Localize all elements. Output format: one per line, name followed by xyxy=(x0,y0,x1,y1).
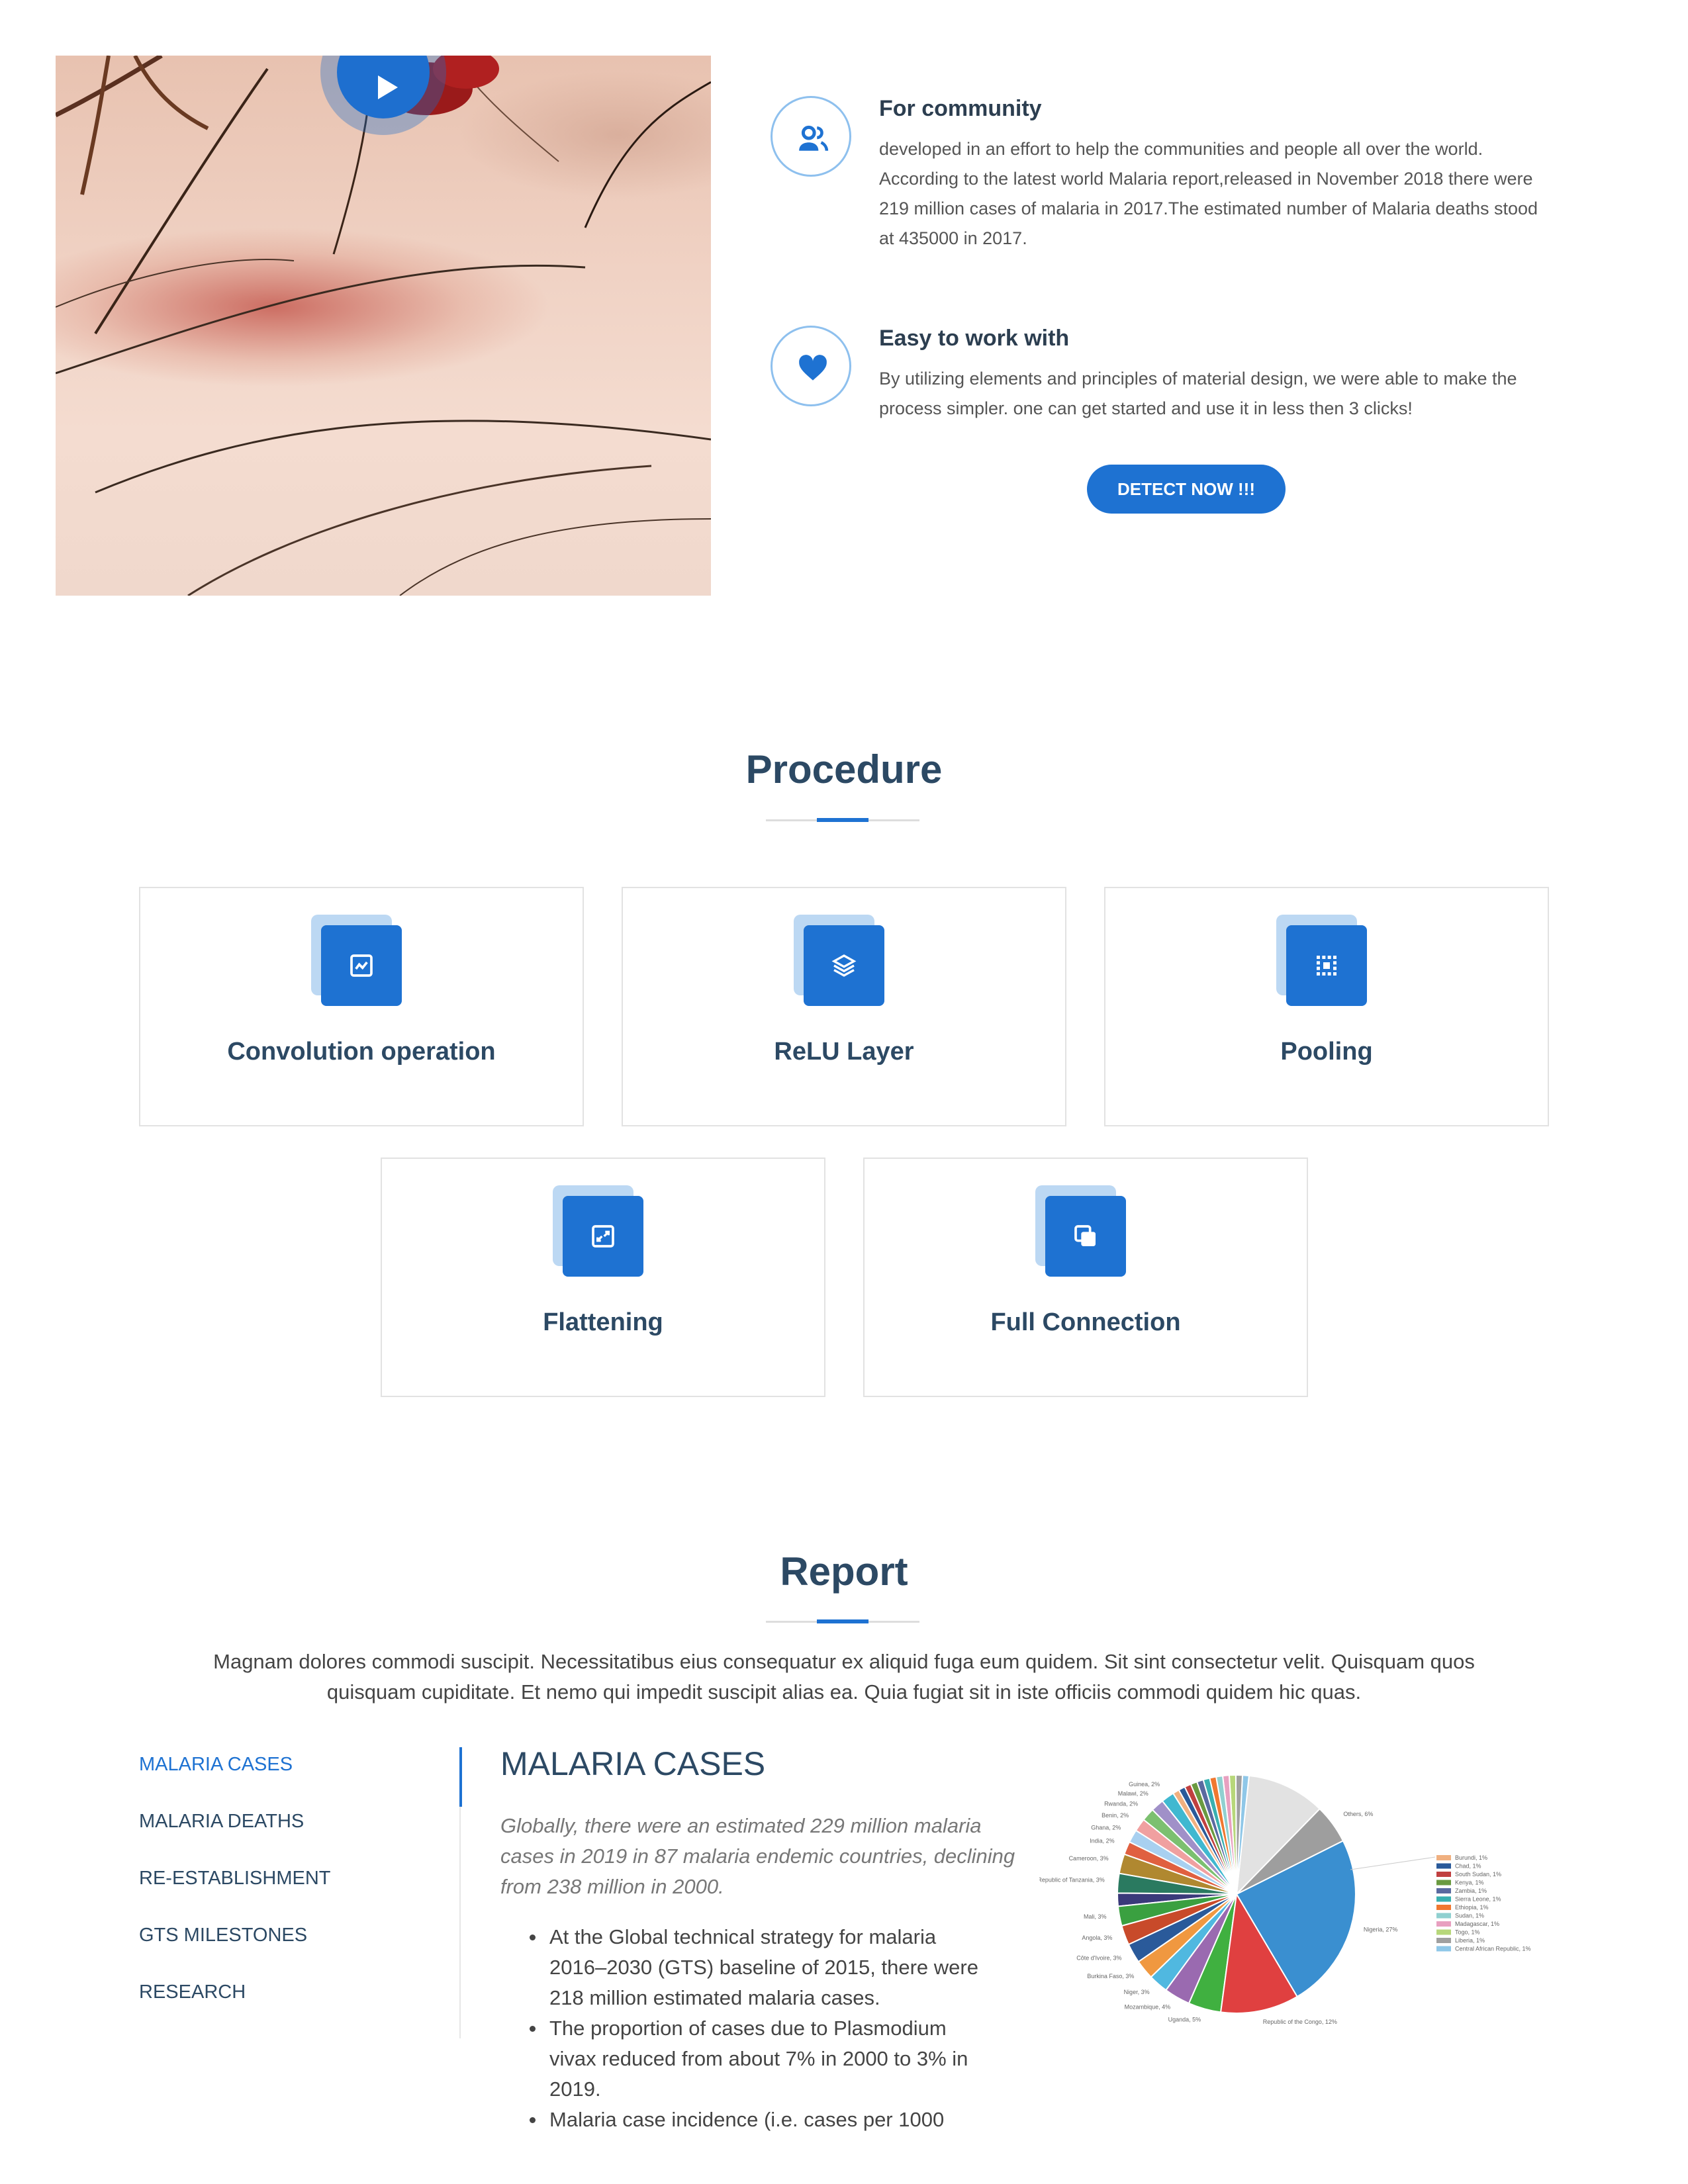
users-icon xyxy=(771,96,851,177)
step-card-pooling: Pooling xyxy=(1104,887,1549,1126)
feature-line: process simpler. one can get started and… xyxy=(879,398,1413,418)
pie-slice-label: Benin, 2% xyxy=(1102,1812,1129,1819)
legend-swatch xyxy=(1436,1921,1451,1927)
report-title-underline xyxy=(766,1619,919,1623)
detect-now-button[interactable]: DETECT NOW !!! xyxy=(1087,465,1286,514)
pie-slice-label: Republic of the Congo, 12% xyxy=(1263,2019,1337,2025)
step-label: Pooling xyxy=(1280,1038,1373,1066)
legend-label: Burundi, 1% xyxy=(1455,1854,1487,1861)
legend-label: Kenya, 1% xyxy=(1455,1880,1484,1886)
step-label: ReLU Layer xyxy=(774,1038,914,1066)
legend-label: South Sudan, 1% xyxy=(1455,1871,1501,1878)
tab-content-lead: Globally, there were an estimated 229 mi… xyxy=(500,1811,1017,1902)
tab-research[interactable]: RESEARCH xyxy=(139,1981,246,2003)
pie-slice-label: Côte d'Ivoire, 3% xyxy=(1076,1954,1121,1961)
pie-slice-label: Mozambique, 4% xyxy=(1125,2003,1171,2010)
grid-icon xyxy=(1317,956,1336,976)
tab-content-title: MALARIA CASES xyxy=(500,1745,766,1782)
bullet-item: The proportion of cases due to Plasmodiu… xyxy=(530,2013,1013,2105)
step-card-relu: ReLU Layer xyxy=(622,887,1066,1126)
step-label: Convolution operation xyxy=(227,1038,496,1066)
pie-slice-label: Cameroon, 3% xyxy=(1069,1855,1109,1862)
legend-label: Liberia, 1% xyxy=(1455,1937,1485,1944)
play-icon xyxy=(378,75,398,99)
feature-line: at 435000 in 2017. xyxy=(879,228,1027,248)
pie-slice-label: Rwanda, 2% xyxy=(1104,1801,1138,1807)
pie-chart-svg: Nigeria, 27% Others, 6% Guinea, 2% Malawi, … xyxy=(1039,1774,1531,2025)
step-card-full-connection: Full Connection xyxy=(863,1158,1308,1397)
lead-line: from 238 million in 2000. xyxy=(500,1875,724,1898)
tab-nav-divider xyxy=(459,1747,462,2038)
legend-swatch xyxy=(1436,1905,1451,1910)
report-intro: Magnam dolores commodi suscipit. Necessi… xyxy=(132,1647,1556,1707)
pie-slice-label: Ghana, 2% xyxy=(1091,1825,1121,1831)
pie-slice-label: Others, 6% xyxy=(1343,1811,1373,1817)
pie-slice-label: Angola, 3% xyxy=(1082,1934,1112,1941)
procedure-title: Procedure xyxy=(745,747,943,792)
legend-swatch xyxy=(1436,1855,1451,1860)
tab-gts-milestones[interactable]: GTS MILESTONES xyxy=(139,1925,307,1946)
lead-line: cases in 2019 in 87 malaria endemic coun… xyxy=(500,1844,1015,1868)
copy-squares-icon xyxy=(1074,1225,1096,1246)
tab-content-bullets: At the Global technical strategy for mal… xyxy=(530,1922,1013,2135)
tab-re-establishment[interactable]: RE-ESTABLISHMENT xyxy=(139,1868,331,1889)
feature-line: According to the latest world Malaria re… xyxy=(879,169,1533,189)
pie-slice-label: Uganda, 5% xyxy=(1168,2017,1201,2023)
legend-label: Chad, 1% xyxy=(1455,1863,1481,1870)
legend-swatch xyxy=(1436,1872,1451,1877)
legend-swatch xyxy=(1436,1913,1451,1919)
feature-line: By utilizing elements and principles of … xyxy=(879,369,1517,388)
pie-slice-label: Burkina Faso, 3% xyxy=(1087,1973,1134,1979)
layers-icon xyxy=(831,954,857,977)
legend-label: Sudan, 1% xyxy=(1455,1913,1484,1919)
legend-swatch xyxy=(1436,1929,1451,1935)
legend-label: Madagascar, 1% xyxy=(1455,1921,1499,1927)
legend-swatch xyxy=(1436,1863,1451,1869)
legend-label: Zambia, 1% xyxy=(1455,1888,1487,1894)
pie-slice-label: Malawi, 2% xyxy=(1118,1790,1149,1797)
mosquito-photo xyxy=(56,56,711,596)
skin-hair-texture xyxy=(56,56,711,596)
pie-slice-label: Nigeria, 27% xyxy=(1364,1926,1398,1933)
activity-chart-icon xyxy=(350,954,373,977)
legend-swatch xyxy=(1436,1946,1451,1952)
feature-line: developed in an effort to help the commu… xyxy=(879,139,1483,159)
legend-label: Togo, 1% xyxy=(1455,1929,1480,1936)
pie-slice-label: Mali, 3% xyxy=(1084,1913,1107,1920)
pie-slice-label: United Republic of Tanzania, 3% xyxy=(1039,1877,1105,1884)
legend-leader-line xyxy=(1350,1856,1436,1870)
play-button-core[interactable] xyxy=(337,56,430,118)
report-intro-line: Magnam dolores commodi suscipit. Necessi… xyxy=(213,1650,1475,1673)
report-intro-line: quisquam cupiditate. Et nemo qui impedit… xyxy=(326,1680,1362,1704)
feature-text-easy: By utilizing elements and principles of … xyxy=(879,364,1517,424)
legend-swatch xyxy=(1436,1880,1451,1886)
report-title: Report xyxy=(780,1549,908,1594)
step-card-convolution: Convolution operation xyxy=(139,887,584,1126)
procedure-title-underline xyxy=(766,818,919,822)
legend-swatch xyxy=(1436,1888,1451,1893)
heart-icon xyxy=(771,326,851,406)
feature-line: 219 million cases of malaria in 2017.The… xyxy=(879,199,1538,218)
pie-slice-label: Guinea, 2% xyxy=(1129,1781,1160,1788)
pie-slice-label: Niger, 3% xyxy=(1124,1989,1150,1995)
legend-label: Ethiopia, 1% xyxy=(1455,1904,1489,1911)
step-card-flattening: Flattening xyxy=(381,1158,825,1397)
bullet-item: Malaria case incidence (i.e. cases per 1… xyxy=(530,2105,1013,2135)
legend-swatch xyxy=(1436,1938,1451,1943)
legend-label: Central African Republic, 1% xyxy=(1455,1946,1531,1952)
arrows-collapse-icon xyxy=(592,1225,614,1248)
step-label: Full Connection xyxy=(990,1308,1181,1336)
pie-slice-label: India, 2% xyxy=(1090,1838,1115,1844)
malaria-cases-pie-chart: Nigeria, 27% Others, 6% Guinea, 2% Malawi, … xyxy=(1039,1754,1556,2038)
feature-text-community: developed in an effort to help the commu… xyxy=(879,134,1538,253)
legend-swatch xyxy=(1436,1896,1451,1902)
feature-title-community: For community xyxy=(879,96,1042,121)
tab-malaria-cases[interactable]: MALARIA CASES xyxy=(139,1754,293,1776)
legend-label: Sierra Leone, 1% xyxy=(1455,1896,1501,1903)
bullet-item: At the Global technical strategy for mal… xyxy=(530,1922,1013,2013)
step-label: Flattening xyxy=(543,1308,663,1336)
lead-line: Globally, there were an estimated 229 mi… xyxy=(500,1814,982,1837)
feature-title-easy: Easy to work with xyxy=(879,326,1070,351)
tab-malaria-deaths[interactable]: MALARIA DEATHS xyxy=(139,1811,304,1833)
